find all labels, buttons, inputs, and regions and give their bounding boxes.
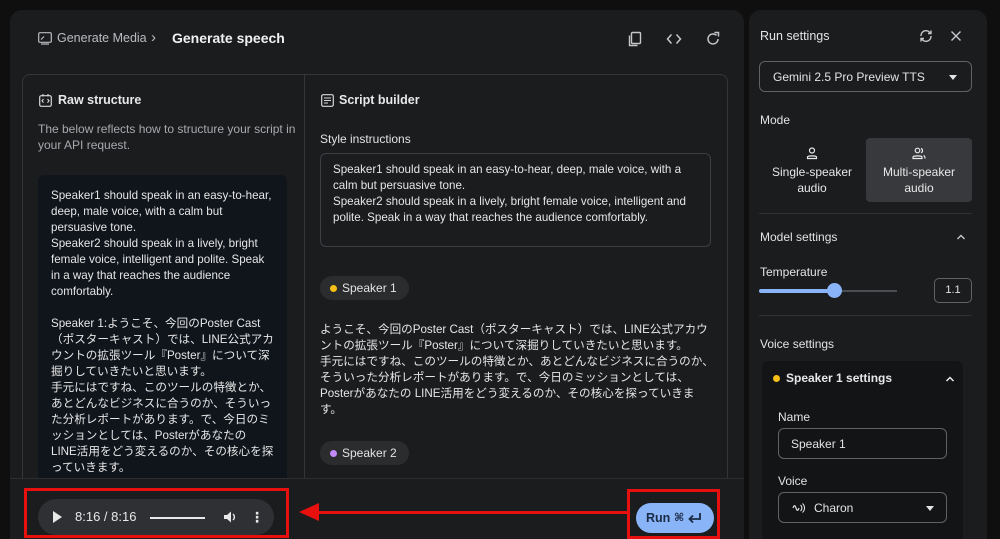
speaker-2-dot (330, 450, 337, 457)
speaker-2-label: Speaker 2 (342, 446, 397, 460)
column-divider (304, 75, 305, 493)
top-bar: Generate Media › Generate speech (10, 10, 744, 68)
breadcrumb-generate-media[interactable]: Generate Media (57, 31, 147, 45)
voice-select[interactable]: Charon (778, 492, 947, 523)
voice-settings-label: Voice settings (760, 337, 835, 351)
run-highlight-box (627, 489, 720, 539)
speaker-1-label: Speaker 1 (342, 281, 397, 295)
chevron-up-icon[interactable] (945, 374, 955, 384)
temperature-input[interactable]: 1.1 (934, 278, 972, 303)
temperature-slider-track[interactable] (835, 290, 897, 292)
speaker-1-chip[interactable]: Speaker 1 (320, 276, 409, 300)
name-label: Name (778, 410, 811, 424)
script-builder-title: Script builder (339, 93, 420, 107)
single-speaker-label: Single-speaker audio (771, 165, 853, 195)
speaker-1-settings-title[interactable]: Speaker 1 settings (786, 371, 892, 385)
speaker-name-value: Speaker 1 (791, 437, 846, 451)
temperature-slider-fill (759, 289, 835, 293)
voice-select-value: Charon (814, 501, 854, 515)
raw-structure-hint: The below reflects how to structure your… (38, 122, 296, 152)
run-settings-title: Run settings (760, 29, 830, 43)
model-select-value: Gemini 2.5 Pro Preview TTS (773, 70, 925, 84)
run-settings-panel: Run settings Gemini 2.5 Pro Preview TTS … (749, 10, 987, 539)
model-settings-label: Model settings (760, 230, 838, 244)
main-panel: Generate Media › Generate speech Raw str… (10, 10, 744, 539)
refresh-icon[interactable] (704, 30, 722, 48)
raw-structure-code[interactable]: Speaker1 should speak in an easy-to-hear… (38, 175, 287, 493)
speaker-1-text[interactable]: ようこそ、今回のPoster Cast（ポスターキャスト）では、LINE公式アカ… (320, 322, 715, 418)
annotation-arrow-head (299, 503, 319, 521)
chevron-up-icon[interactable] (956, 232, 966, 242)
annotation-arrow-line (318, 511, 627, 514)
temperature-label: Temperature (760, 265, 828, 279)
speaker-1-settings-card: Speaker 1 settings Name Speaker 1 Voice … (762, 361, 963, 539)
multi-speaker-label: Multi-speaker audio (882, 165, 956, 195)
raw-structure-title: Raw structure (58, 93, 142, 107)
speaker-2-chip[interactable]: Speaker 2 (320, 441, 409, 465)
dropdown-caret-icon (949, 75, 957, 80)
divider (759, 213, 972, 214)
speaker-1-dot (773, 375, 780, 382)
single-speaker-mode-button[interactable]: Single-speaker audio (759, 138, 865, 202)
style-instructions-label: Style instructions (320, 132, 411, 146)
script-builder-icon (321, 94, 334, 107)
divider (759, 315, 972, 316)
media-icon (38, 32, 52, 45)
voice-wave-icon (792, 503, 805, 513)
temperature-slider-handle[interactable] (827, 283, 842, 298)
reset-settings-icon[interactable] (918, 28, 934, 44)
chevron-right-icon: › (151, 29, 156, 46)
content-area: Raw structure The below reflects how to … (22, 74, 728, 494)
person-icon (806, 147, 818, 160)
model-select[interactable]: Gemini 2.5 Pro Preview TTS (759, 61, 972, 92)
style-instructions-input[interactable]: Speaker1 should speak in an easy-to-hear… (320, 153, 711, 247)
code-icon[interactable] (665, 30, 683, 48)
close-icon[interactable] (948, 28, 964, 44)
speaker-1-dot (330, 285, 337, 292)
speaker-name-input[interactable]: Speaker 1 (778, 428, 947, 459)
page-title: Generate speech (172, 30, 285, 46)
structure-icon (39, 94, 52, 107)
people-icon (912, 147, 926, 160)
player-highlight-box (24, 488, 289, 538)
copy-icon[interactable] (626, 30, 644, 48)
voice-label: Voice (778, 474, 808, 488)
mode-label: Mode (760, 113, 791, 127)
multi-speaker-mode-button[interactable]: Multi-speaker audio (866, 138, 972, 202)
dropdown-caret-icon (926, 506, 934, 511)
